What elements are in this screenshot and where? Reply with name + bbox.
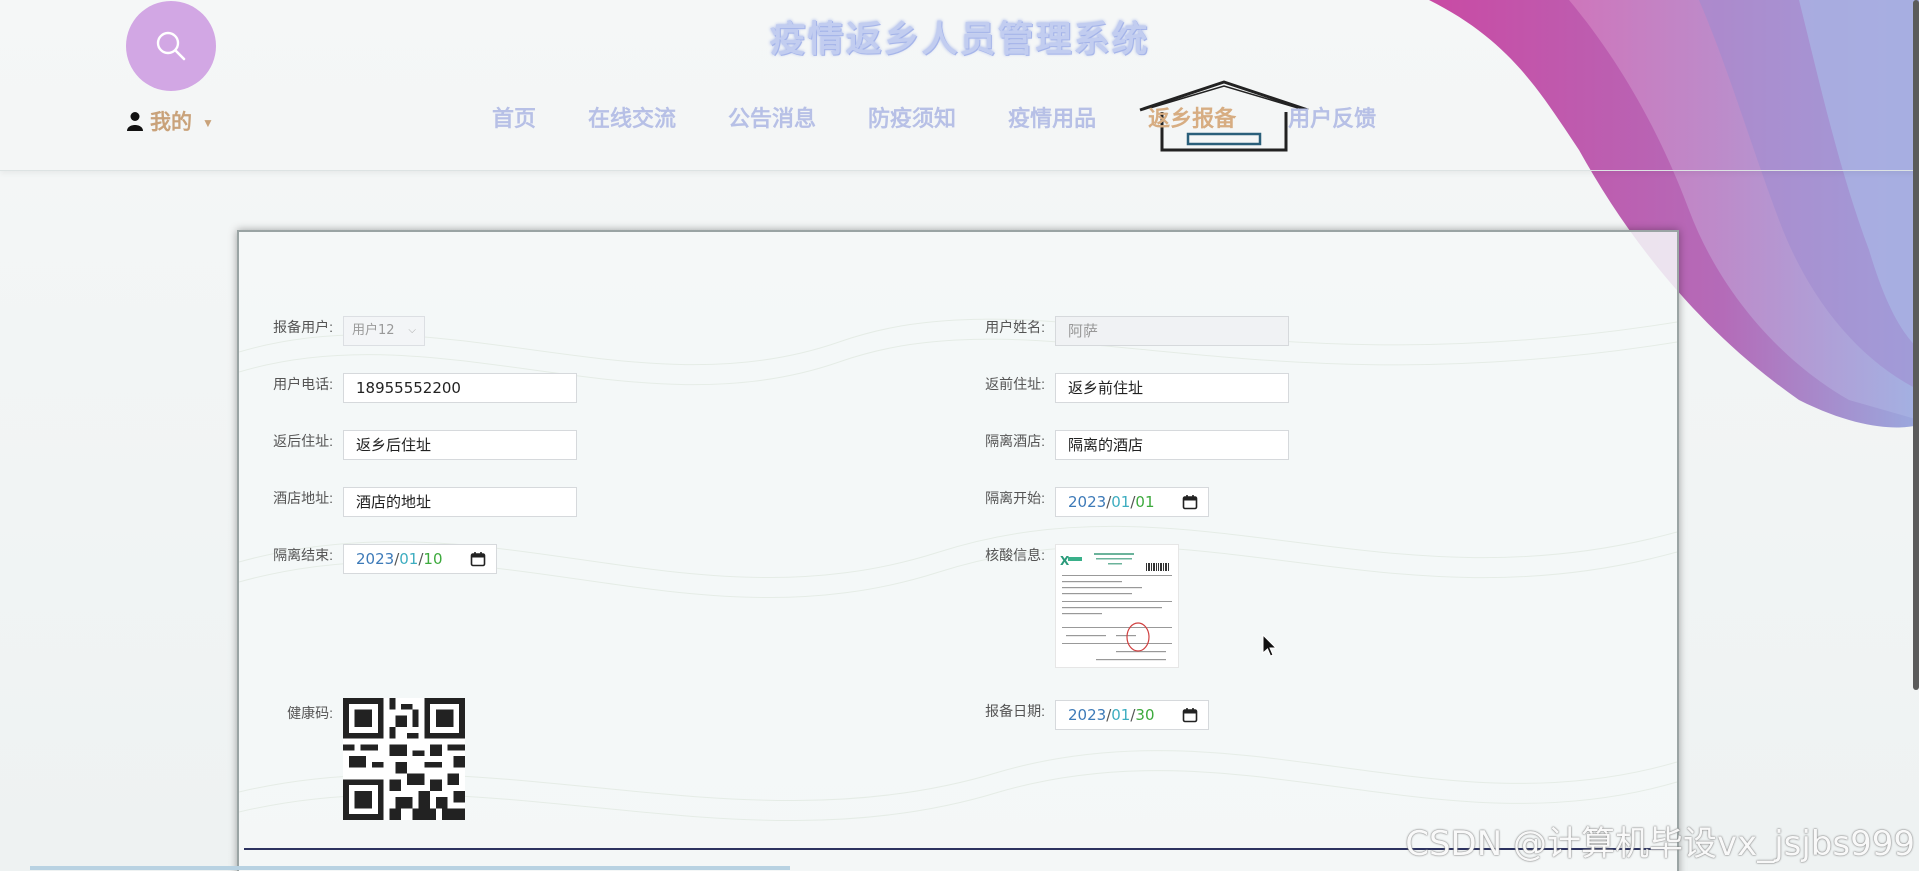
field-after-address: 返后住址: 返乡后住址 [259,430,577,460]
calendar-icon[interactable] [1182,494,1198,510]
isolation-start-date-text: 2023/01/01 [1068,493,1155,511]
before-address-label: 返前住址: [985,376,1045,392]
report-user-value: 用户12 [352,323,395,338]
header: 疫情返乡人员管理系统 我的 ▼ 首页 在线交流 公告消息 防疫须知 疫情用品 返… [0,0,1919,171]
isolation-start-day: 01 [1135,493,1155,511]
nav-item-supplies[interactable]: 疫情用品 [982,104,1122,134]
field-report-user: 报备用户: 用户12 ⌵ [259,316,425,346]
user-icon [127,112,143,131]
user-name-input[interactable]: 阿萨 [1055,316,1289,346]
isolation-end-year: 2023 [356,550,395,568]
nav-item-return-report[interactable]: 返乡报备 [1122,104,1262,134]
hotel-address-label: 酒店地址: [273,490,333,506]
report-date-text: 2023/01/30 [1068,706,1155,724]
isolation-end-day: 10 [423,550,443,568]
after-address-label: 返后住址: [273,433,333,449]
chevron-down-icon: ⌵ [408,325,416,336]
nav-item-home[interactable]: 首页 [466,104,562,134]
field-hotel-address: 酒店地址: 酒店的地址 [259,487,577,517]
site-title: 疫情返乡人员管理系统 [769,18,1150,59]
nucleic-info-label: 核酸信息: [985,547,1045,563]
isolation-start-date-input[interactable]: 2023/01/01 [1055,487,1209,517]
before-address-input[interactable]: 返乡前住址 [1055,373,1289,403]
isolation-hotel-input[interactable]: 隔离的酒店 [1055,430,1289,460]
report-user-select[interactable]: 用户12 ⌵ [343,316,425,346]
field-nucleic-info: 核酸信息: X [971,544,1179,668]
nav-item-online-chat[interactable]: 在线交流 [562,104,702,134]
calendar-icon[interactable] [470,551,486,567]
isolation-start-month: 01 [1111,493,1131,511]
field-before-address: 返前住址: 返乡前住址 [971,373,1289,403]
field-isolation-end: 隔离结束: 2023/01/10 [259,544,497,574]
main-nav: 首页 在线交流 公告消息 防疫须知 疫情用品 返乡报备 用户反馈 [466,104,1402,134]
health-code-qr-image[interactable] [343,698,465,820]
isolation-end-month: 01 [399,550,419,568]
report-date-year: 2023 [1068,706,1107,724]
nav-item-prevention-notice[interactable]: 防疫须知 [842,104,982,134]
user-menu-label: 我的 [150,111,192,134]
report-date-month: 01 [1111,706,1131,724]
mouse-cursor-icon [1262,634,1278,657]
page: 疫情返乡人员管理系统 我的 ▼ 首页 在线交流 公告消息 防疫须知 疫情用品 返… [0,0,1919,871]
field-health-code: 健康码: [259,698,465,820]
report-form-card: 报备用户: 用户12 ⌵ 用户电话: 18955552200 返后住址: 返乡后… [237,230,1679,871]
isolation-hotel-label: 隔离酒店: [985,433,1045,449]
report-date-day: 30 [1135,706,1155,724]
isolation-start-label: 隔离开始: [985,490,1045,506]
nucleic-report-image[interactable]: X [1055,544,1179,668]
field-report-date: 报备日期: 2023/01/30 [971,700,1209,730]
field-isolation-hotel: 隔离酒店: 隔离的酒店 [971,430,1289,460]
field-user-phone: 用户电话: 18955552200 [259,373,577,403]
isolation-start-year: 2023 [1068,493,1107,511]
health-code-label: 健康码: [287,705,333,721]
field-isolation-start: 隔离开始: 2023/01/01 [971,487,1209,517]
calendar-icon[interactable] [1182,707,1198,723]
watermark-text: CSDN @计算机毕设vx_jsjbs999 [1405,824,1915,864]
vertical-scrollbar[interactable] [1913,0,1919,690]
after-address-input[interactable]: 返乡后住址 [343,430,577,460]
report-user-label: 报备用户: [273,319,333,335]
user-menu[interactable]: 我的 ▼ [126,106,214,136]
report-date-input[interactable]: 2023/01/30 [1055,700,1209,730]
hotel-address-input[interactable]: 酒店的地址 [343,487,577,517]
chevron-down-icon: ▼ [202,116,214,130]
isolation-end-label: 隔离结束: [273,547,333,563]
user-phone-input[interactable]: 18955552200 [343,373,577,403]
isolation-end-date-input[interactable]: 2023/01/10 [343,544,497,574]
user-name-label: 用户姓名: [985,319,1045,335]
nav-item-feedback[interactable]: 用户反馈 [1262,104,1402,134]
report-date-label: 报备日期: [985,703,1045,719]
user-phone-label: 用户电话: [273,376,333,392]
nav-item-announcements[interactable]: 公告消息 [702,104,842,134]
horizontal-scroll-track[interactable] [30,866,790,870]
field-user-name: 用户姓名: 阿萨 [971,316,1289,346]
isolation-end-date-text: 2023/01/10 [356,550,443,568]
